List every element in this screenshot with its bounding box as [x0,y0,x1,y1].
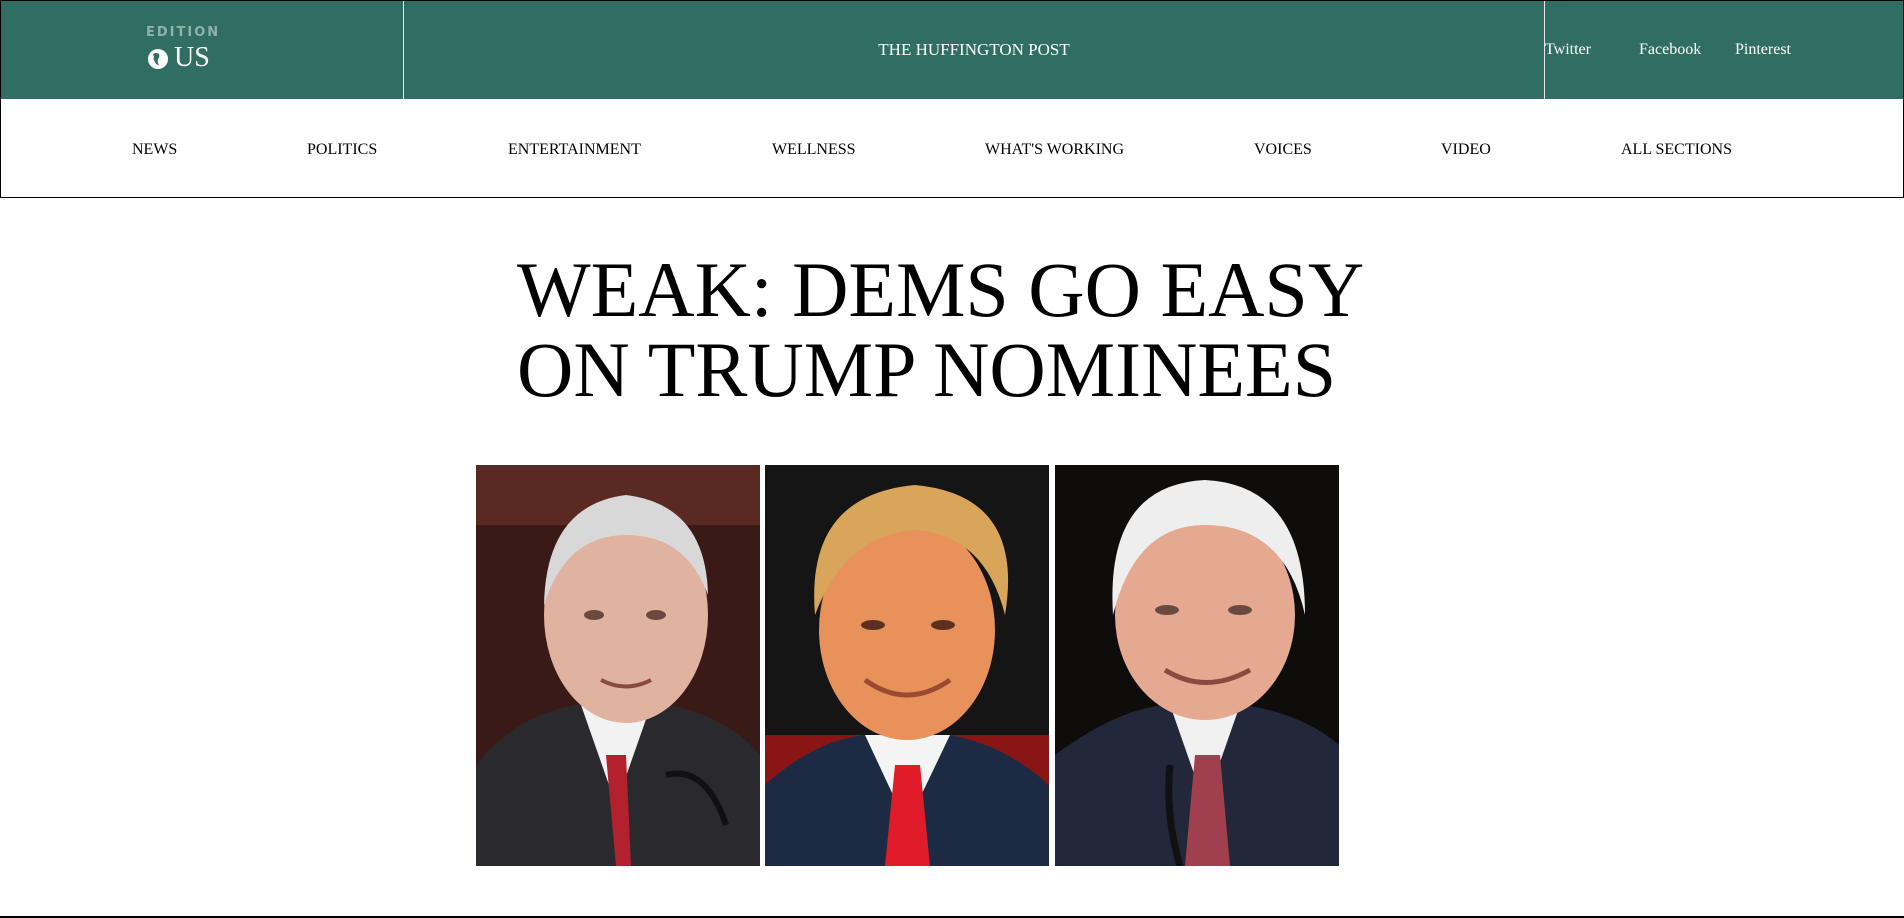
edition-label: EDITION [146,25,221,40]
nav-item-video[interactable]: VIDEO [1441,140,1491,160]
portrait-photo-left [476,465,760,866]
twitter-link[interactable]: Twitter [1545,40,1591,60]
headline-line-1: WEAK: DEMS GO EASY [517,246,1365,333]
lead-image[interactable] [476,465,1340,866]
section-nav: NEWS POLITICS ENTERTAINMENT WELLNESS WHA… [0,99,1904,198]
nav-item-entertainment[interactable]: ENTERTAINMENT [508,140,641,160]
portrait-photo-right [1055,465,1339,866]
edition-value: US [174,42,210,73]
pinterest-link[interactable]: Pinterest [1735,40,1791,60]
globe-icon [148,49,168,69]
nav-item-wellness[interactable]: WELLNESS [772,140,856,160]
portrait-right-graphic [1055,465,1339,866]
nav-item-voices[interactable]: VOICES [1254,140,1312,160]
top-bar: EDITION US THE HUFFINGTON POST Twitter F… [0,0,1904,100]
site-title[interactable]: THE HUFFINGTON POST [404,40,1544,60]
social-links: Twitter Facebook Pinterest [1544,1,1903,99]
portrait-left-graphic [476,465,760,866]
nav-item-whats-working[interactable]: WHAT'S WORKING [985,140,1124,160]
facebook-link[interactable]: Facebook [1639,40,1701,60]
portrait-center-graphic [765,465,1049,866]
nav-item-politics[interactable]: POLITICS [307,140,377,160]
nav-item-all-sections[interactable]: ALL SECTIONS [1621,140,1732,160]
edition-selector[interactable]: EDITION US [1,1,404,99]
headline-line-2: ON TRUMP NOMINEES [517,326,1337,413]
headline[interactable]: WEAK: DEMS GO EASY ON TRUMP NOMINEES [517,250,1417,410]
portrait-photo-center [765,465,1049,866]
nav-item-news[interactable]: NEWS [132,140,177,160]
